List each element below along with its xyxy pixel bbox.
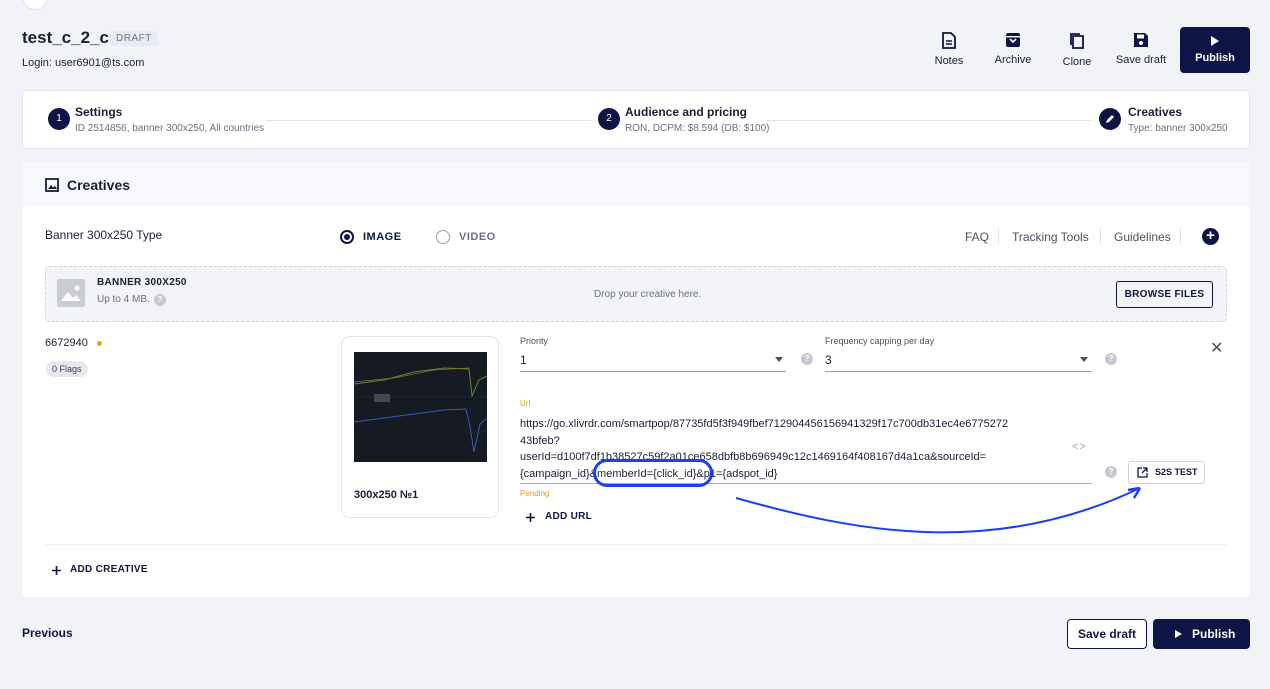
- pencil-icon: [1106, 115, 1114, 123]
- login-text: Login: user6901@ts.com: [22, 57, 145, 69]
- url-label: Url: [520, 399, 531, 408]
- url-status: Pending: [520, 489, 550, 498]
- priority-select[interactable]: 1: [520, 353, 527, 367]
- url-text-line: 43bfeb?: [520, 434, 560, 447]
- pending-status-dot: [97, 341, 102, 346]
- step-connector: [766, 120, 1091, 121]
- notes-button[interactable]: Notes: [919, 32, 979, 67]
- divider: [1100, 228, 1101, 244]
- image-radio-label[interactable]: IMAGE: [363, 231, 402, 243]
- step-2-title[interactable]: Audience and pricing: [625, 105, 747, 119]
- help-icon[interactable]: ?: [801, 353, 813, 365]
- creative-name: 300x250 №1: [354, 489, 419, 501]
- save-icon: [1134, 33, 1148, 47]
- banner-size-limit: Up to 4 MB.: [97, 294, 150, 305]
- step-connector: [266, 120, 591, 121]
- priority-underline: [520, 371, 786, 372]
- publish-button[interactable]: Publish: [1153, 619, 1250, 649]
- help-icon[interactable]: ?: [1105, 466, 1117, 478]
- campaign-title: test_c_2_c: [22, 28, 109, 47]
- code-icon[interactable]: <>: [1072, 441, 1087, 453]
- previous-button[interactable]: Previous: [22, 626, 73, 640]
- help-icon[interactable]: ?: [154, 294, 166, 306]
- notes-label: Notes: [934, 55, 964, 67]
- archive-icon: [1006, 33, 1020, 47]
- plus-icon: [526, 513, 535, 522]
- help-icon[interactable]: ?: [1105, 353, 1117, 365]
- creatives-panel-header: [22, 162, 1250, 206]
- archive-label: Archive: [994, 54, 1032, 66]
- banner-title: BANNER 300X250: [97, 277, 187, 288]
- priority-label: Priority: [520, 336, 549, 346]
- add-url-button[interactable]: ADD URL: [545, 511, 592, 522]
- step-3-title[interactable]: Creatives: [1128, 105, 1182, 119]
- step-1-subtitle: ID 2514856, banner 300x250, All countrie…: [75, 123, 265, 134]
- save-draft-label: Save draft: [1115, 54, 1167, 66]
- notes-icon: [942, 32, 956, 49]
- dropzone-hint: Drop your creative here.: [594, 289, 702, 300]
- creative-id: 6672940: [45, 337, 88, 349]
- image-icon: [45, 178, 59, 192]
- save-draft-toolbar-button[interactable]: Save draft: [1111, 32, 1171, 66]
- video-radio[interactable]: [436, 230, 450, 244]
- save-draft-button[interactable]: Save draft: [1067, 619, 1147, 649]
- guidelines-link[interactable]: Guidelines: [1114, 230, 1171, 244]
- plus-icon: [52, 566, 61, 575]
- frequency-select[interactable]: 3: [825, 353, 832, 367]
- step-2-number: 2: [598, 108, 620, 130]
- chevron-down-icon[interactable]: [1080, 357, 1088, 362]
- step-1-title[interactable]: Settings: [75, 105, 122, 119]
- browse-files-button[interactable]: BROWSE FILES: [1116, 281, 1213, 308]
- annotation-arrow: [735, 486, 1142, 534]
- publish-button-label: Publish: [1192, 627, 1236, 641]
- back-button[interactable]: [22, 0, 48, 10]
- play-icon: [1175, 630, 1182, 638]
- frequency-underline: [825, 371, 1092, 372]
- clone-icon: [1070, 33, 1084, 49]
- image-radio[interactable]: [340, 230, 354, 244]
- close-icon[interactable]: ✕: [1210, 338, 1223, 358]
- frequency-label: Frequency capping per day: [825, 336, 935, 346]
- creative-thumbnail: [354, 352, 487, 462]
- step-1-number: 1: [48, 108, 70, 130]
- publish-toolbar-button[interactable]: Publish: [1180, 27, 1250, 73]
- s2s-test-label: S2S TEST: [1155, 467, 1198, 477]
- section-title: Creatives: [67, 177, 131, 193]
- video-radio-label[interactable]: VIDEO: [459, 231, 496, 243]
- step-3-edit: [1099, 108, 1121, 130]
- clone-label: Clone: [1062, 56, 1092, 68]
- divider: [998, 228, 999, 244]
- play-icon: [1211, 36, 1219, 46]
- chevron-down-icon[interactable]: [775, 357, 783, 362]
- step-3-subtitle: Type: banner 300x250: [1128, 123, 1228, 134]
- status-badge: DRAFT: [110, 31, 158, 46]
- annotation-highlight: [593, 459, 713, 487]
- divider: [1180, 228, 1181, 244]
- tracking-tools-link[interactable]: Tracking Tools: [1012, 230, 1089, 244]
- url-text-line: https://go.xlivrdr.com/smartpop/87735fd5…: [520, 418, 1009, 430]
- external-link-icon: [1137, 467, 1148, 478]
- faq-link[interactable]: FAQ: [965, 230, 989, 244]
- banner-type-label: Banner 300x250 Type: [45, 228, 163, 242]
- add-icon[interactable]: +: [1202, 228, 1219, 245]
- clone-button[interactable]: Clone: [1047, 32, 1107, 68]
- flags-badge[interactable]: 0 Flags: [46, 361, 88, 377]
- image-placeholder-icon: [57, 279, 85, 307]
- step-2-subtitle: RON, DCPM: $8.594 (DB: $100): [625, 123, 770, 134]
- publish-label: Publish: [1195, 52, 1235, 64]
- add-creative-button[interactable]: ADD CREATIVE: [70, 564, 148, 575]
- archive-button[interactable]: Archive: [983, 32, 1043, 66]
